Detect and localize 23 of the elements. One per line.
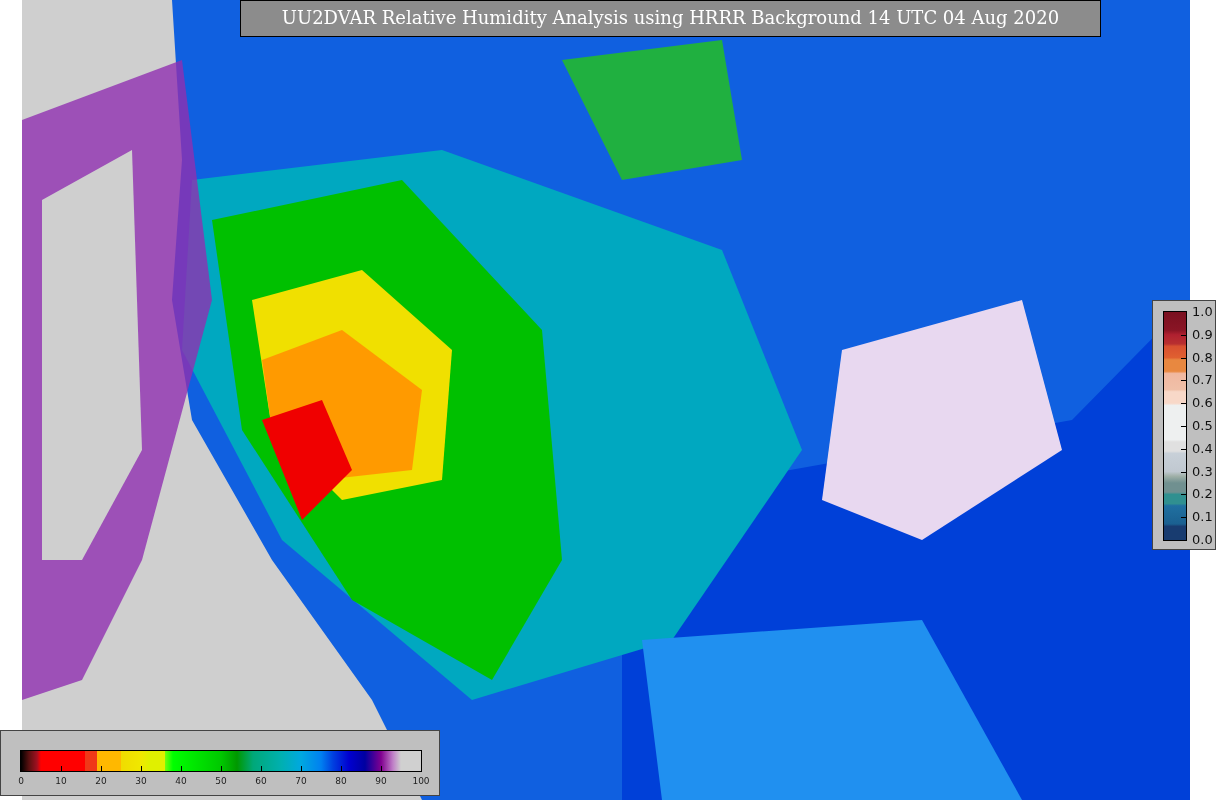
map-title: UU2DVAR Relative Humidity Analysis using HRRR Background 14 UTC 04 Aug 2020 bbox=[240, 0, 1101, 37]
tick-label: 0.8 bbox=[1192, 350, 1213, 365]
tick-label: 70 bbox=[295, 775, 307, 786]
tick-label: 0.1 bbox=[1192, 510, 1213, 525]
tick-label: 60 bbox=[255, 775, 267, 786]
tick-label: 40 bbox=[175, 775, 187, 786]
tick-label: 0.9 bbox=[1192, 327, 1213, 342]
tick-label: 20 bbox=[95, 775, 107, 786]
tick-label: 0.2 bbox=[1192, 487, 1213, 502]
tick-label: 90 bbox=[375, 775, 387, 786]
tick-label: 10 bbox=[55, 775, 67, 786]
tick-label: 0.3 bbox=[1192, 464, 1213, 479]
tick-label: 0.7 bbox=[1192, 373, 1213, 388]
tick-label: 100 bbox=[412, 775, 430, 786]
tick-label: 0.5 bbox=[1192, 419, 1213, 433]
tick-label: 0 bbox=[18, 775, 24, 786]
tick-label: 30 bbox=[135, 775, 147, 786]
tick-label: 1.0 bbox=[1192, 305, 1213, 319]
tick-label: 0.0 bbox=[1192, 533, 1213, 547]
tick-label: 0.6 bbox=[1192, 396, 1213, 411]
tick-label: 80 bbox=[335, 775, 347, 786]
tick-label: 50 bbox=[215, 775, 227, 786]
tick-label: 0.4 bbox=[1192, 441, 1213, 456]
